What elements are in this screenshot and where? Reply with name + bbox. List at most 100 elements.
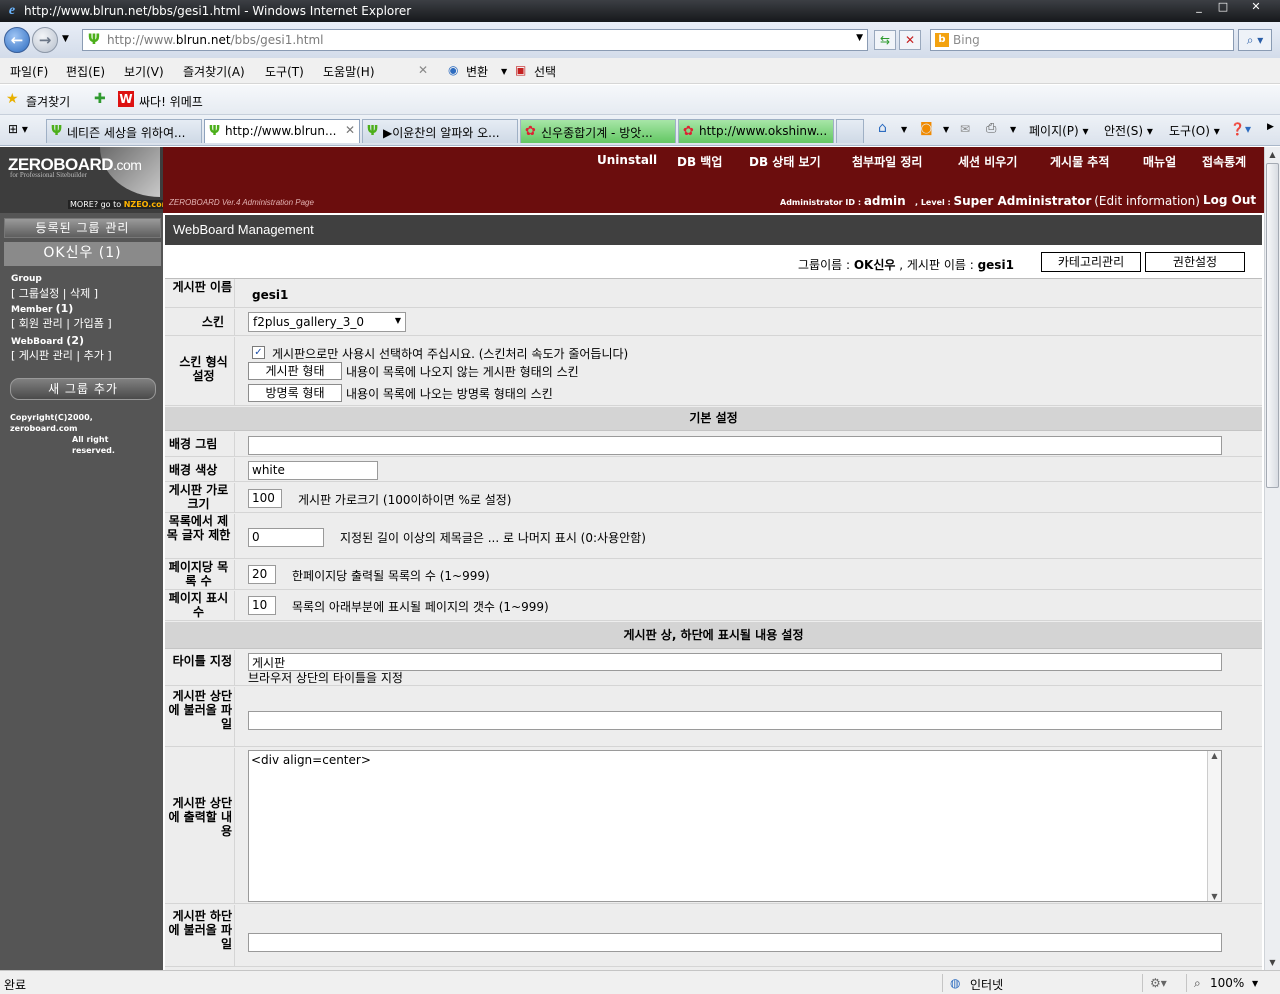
refresh-button[interactable]: ⇆ (874, 30, 896, 50)
add-group-button[interactable]: 새 그룹 추가 (10, 378, 156, 400)
tab-3[interactable]: Ψ ▶이윤찬의 알파와 오... (362, 119, 518, 143)
tab-5[interactable]: ✿ http://www.okshinw... (678, 119, 834, 143)
more-tools-chevron-icon[interactable]: ▶ (1267, 122, 1274, 132)
favorite-link-wemakeprice[interactable]: 싸다! 위메프 (139, 93, 203, 110)
scroll-up-icon[interactable]: ▲ (1208, 751, 1221, 760)
scroll-down-icon[interactable]: ▼ (1208, 892, 1221, 901)
maximize-button[interactable]: □ (1210, 0, 1236, 16)
back-button[interactable]: ← (4, 27, 30, 53)
menu-db-backup[interactable]: DB 백업 (677, 153, 722, 170)
help-icon[interactable]: ❓▾ (1230, 122, 1251, 136)
menu-db-status[interactable]: DB 상태 보기 (749, 153, 821, 170)
tab-2-active[interactable]: Ψ http://www.blrun... ✕ (204, 119, 360, 143)
menu-tools[interactable]: 도구(T) (265, 63, 304, 80)
category-management-button[interactable]: 카테고리관리 (1041, 252, 1141, 272)
board-only-checkbox[interactable]: ✓ (252, 346, 265, 359)
board-width-input[interactable]: 100 (248, 489, 282, 508)
zeroboard-logo[interactable]: ZEROBOARD.com for Professional Sitebuild… (0, 147, 172, 213)
header-html-textarea[interactable]: <div align=center> ▲ ▼ (248, 750, 1222, 902)
nzeo-link[interactable]: MORE? go to NZEO.com (68, 200, 172, 209)
security-zone-label[interactable]: 인터넷 (970, 976, 1003, 993)
menu-attachment-cleanup[interactable]: 첨부파일 정리 (852, 153, 922, 170)
group-name-label: 그룹이름 : (798, 258, 854, 272)
bg-image-input[interactable] (248, 436, 1222, 455)
print-icon[interactable]: ⎙ (986, 121, 996, 136)
scrollbar-thumb[interactable] (1266, 163, 1279, 488)
version-label: ZEROBOARD Ver.4 Administration Page (169, 198, 314, 207)
menu-edit[interactable]: 편집(E) (66, 63, 105, 80)
print-dropdown-icon[interactable]: ▼ (1010, 125, 1016, 134)
tools-menu[interactable]: 도구(O) ▾ (1169, 122, 1220, 139)
forward-button[interactable]: → (32, 27, 58, 53)
add-favorite-icon[interactable]: ✚ (94, 91, 106, 107)
menu-file[interactable]: 파일(F) (10, 63, 48, 80)
menu-manual[interactable]: 매뉴얼 (1143, 153, 1176, 170)
safety-menu-label: 안전(S) (1104, 124, 1144, 138)
new-tab-button[interactable] (836, 119, 864, 143)
textarea-scrollbar[interactable]: ▲ ▼ (1207, 751, 1221, 901)
skin-type-guestbook-button[interactable]: 방명록 형태 (248, 384, 342, 402)
menu-session-clear[interactable]: 세션 비우기 (958, 153, 1017, 170)
skin-select[interactable]: f2plus_gallery_3_0 ▼ (248, 312, 406, 332)
convert-button[interactable]: 변환 (466, 63, 488, 80)
minimize-button[interactable]: _ (1186, 0, 1212, 16)
window-title-bar[interactable]: e http://www.blrun.net/bbs/gesi1.html - … (0, 0, 1280, 22)
zoom-level[interactable]: 100% (1210, 976, 1244, 990)
tab-1[interactable]: Ψ 네티즌 세상을 위하여... (46, 119, 202, 143)
member-links[interactable]: [ 회원 관리 | 가입폼 ] (11, 315, 112, 331)
menu-post-trace[interactable]: 게시물 추적 (1050, 153, 1109, 170)
menu-uninstall[interactable]: Uninstall (597, 153, 657, 167)
stop-button[interactable]: ✕ (899, 30, 921, 50)
address-input[interactable]: Ψ http://www.blrun.net/bbs/gesi1.html ▼ (82, 29, 868, 51)
rss-feed-icon[interactable]: ◙ (920, 121, 933, 136)
current-group-name[interactable]: OK신우 (1) (4, 242, 161, 266)
menu-view[interactable]: 보기(V) (124, 63, 164, 80)
url-domain: blrun.net (175, 33, 231, 47)
scroll-down-icon[interactable]: ▼ (1265, 955, 1280, 970)
group-links[interactable]: [ 그룹설정 | 삭제 ] (11, 285, 98, 301)
history-dropdown-icon[interactable]: ▼ (62, 34, 69, 44)
edit-information-link[interactable]: (Edit information) (1094, 194, 1200, 208)
page-menu[interactable]: 페이지(P) ▾ (1029, 122, 1089, 139)
search-input[interactable]: b Bing (930, 29, 1234, 51)
safety-menu[interactable]: 안전(S) ▾ (1104, 122, 1153, 139)
address-dropdown-icon[interactable]: ▼ (856, 33, 863, 43)
logo-suffix-text: .com (113, 157, 142, 173)
per-page-input[interactable]: 20 (248, 565, 276, 584)
footer-file-input[interactable] (248, 933, 1222, 952)
title-length-input[interactable]: 0 (248, 528, 324, 547)
home-icon[interactable]: ⌂ (878, 120, 887, 136)
close-tab-icon[interactable]: ✕ (345, 123, 355, 137)
board-name-field-label: 게시판 이름 (165, 279, 235, 307)
close-window-button[interactable]: ✕ (1236, 0, 1276, 16)
rss-dropdown-icon[interactable]: ▼ (943, 125, 949, 134)
convert-dropdown-icon[interactable]: ▼ (501, 67, 507, 76)
menu-help[interactable]: 도움말(H) (323, 63, 375, 80)
select-button[interactable]: 선택 (534, 63, 556, 80)
webboard-links[interactable]: [ 게시판 관리 | 추가 ] (11, 347, 112, 363)
admin-sidebar: ZEROBOARD.com for Professional Sitebuild… (0, 147, 172, 970)
menu-favorites[interactable]: 즐겨찾기(A) (183, 63, 245, 80)
scroll-up-icon[interactable]: ▲ (1265, 147, 1280, 162)
permission-settings-button[interactable]: 권한설정 (1145, 252, 1245, 272)
home-dropdown-icon[interactable]: ▼ (901, 125, 907, 134)
bg-color-input[interactable]: white (248, 461, 378, 480)
page-scrollbar[interactable]: ▲ ▼ (1264, 147, 1280, 970)
zoom-dropdown-icon[interactable]: ▼ (1252, 979, 1258, 988)
close-toolbar-icon[interactable]: ✕ (418, 63, 428, 77)
header-file-input[interactable] (248, 711, 1222, 730)
favorites-button[interactable]: 즐겨찾기 (26, 93, 70, 110)
protected-mode-icon[interactable]: ⚙▾ (1150, 976, 1167, 990)
logout-button[interactable]: Log Out (1203, 193, 1256, 207)
page-count-desc: 목록의 아래부분에 표시될 페이지의 갯수 (1~999) (292, 600, 549, 614)
quick-tabs-icon[interactable]: ⊞ ▾ (8, 122, 28, 136)
mail-icon[interactable]: ✉ (960, 122, 970, 136)
search-button[interactable]: ⌕ ▾ (1238, 29, 1272, 51)
skin-type-board-button[interactable]: 게시판 형태 (248, 362, 342, 380)
tab-4[interactable]: ✿ 신우종합기계 - 방앗... (520, 119, 676, 143)
tab-label: 신우종합기계 - 방앗... (541, 126, 653, 140)
select-icon: ▣ (515, 63, 527, 77)
board-info-bar: 그룹이름 : OK신우 , 게시판 이름 : gesi1 카테고리관리 권한설정 (165, 246, 1262, 279)
menu-access-stats[interactable]: 접속통계 (1202, 153, 1246, 170)
page-count-input[interactable]: 10 (248, 596, 276, 615)
